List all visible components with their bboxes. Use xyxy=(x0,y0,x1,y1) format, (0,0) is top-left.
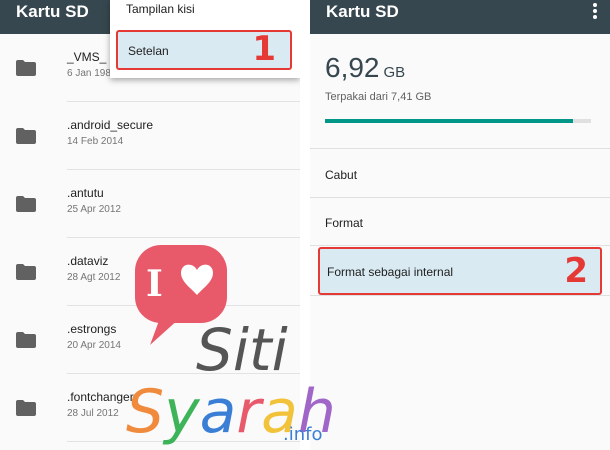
right-screen: Kartu SD 6,92 GB Terpakai dari 7,41 GB Ca… xyxy=(310,0,610,450)
step-callout-2: 2 xyxy=(564,251,588,291)
storage-progress-fill xyxy=(325,119,574,123)
divider xyxy=(310,245,610,246)
menu-item-grid-view[interactable]: Tampilan kisi xyxy=(126,2,195,16)
folder-icon xyxy=(16,128,36,144)
left-screen: Kartu SD _VMS_ 6 Jan 1980 .android_secur… xyxy=(0,0,300,450)
divider xyxy=(310,148,610,149)
file-item[interactable]: .android_secure 14 Feb 2014 xyxy=(0,102,300,170)
folder-icon xyxy=(16,400,36,416)
file-name: .android_secure xyxy=(67,118,154,132)
file-name: .dataviz xyxy=(67,254,109,268)
step-callout-1: 1 xyxy=(252,29,276,69)
storage-subtitle: Terpakai dari 7,41 GB xyxy=(325,91,432,103)
file-item[interactable]: .dataviz 28 Agt 2012 xyxy=(0,238,300,306)
file-item[interactable]: .estrongs 20 Apr 2014 xyxy=(0,306,300,374)
file-name: .fontchanger xyxy=(67,390,134,404)
folder-icon xyxy=(16,196,36,212)
storage-used: 6,92 GB xyxy=(325,52,405,84)
right-toolbar-title: Kartu SD xyxy=(326,2,399,21)
left-toolbar-title: Kartu SD xyxy=(16,2,89,21)
storage-progress-bar xyxy=(325,119,591,123)
option-format-label: Format xyxy=(325,216,364,230)
right-toolbar: Kartu SD xyxy=(310,0,610,34)
file-date: 28 Jul 2012 xyxy=(67,408,119,419)
menu-item-settings[interactable]: Setelan 1 xyxy=(116,29,292,70)
file-date: 14 Feb 2014 xyxy=(67,136,124,147)
option-format-internal-label: Format sebagai internal xyxy=(327,265,454,279)
folder-icon xyxy=(16,60,36,76)
storage-used-unit: GB xyxy=(383,64,406,81)
folder-icon xyxy=(16,332,36,348)
overflow-menu: Tampilan kisi Setelan 1 xyxy=(110,0,300,78)
file-name: _VMS_ xyxy=(67,50,107,64)
menu-item-settings-label: Setelan xyxy=(128,44,169,58)
divider xyxy=(67,441,300,442)
file-item[interactable]: .fontchanger 28 Jul 2012 xyxy=(0,374,300,442)
file-date: 25 Apr 2012 xyxy=(67,204,121,215)
option-format[interactable]: Format xyxy=(310,198,610,246)
option-unmount-label: Cabut xyxy=(325,168,358,182)
file-date: 28 Agt 2012 xyxy=(67,272,121,283)
divider xyxy=(310,295,610,296)
option-format-internal[interactable]: Format sebagai internal 2 xyxy=(318,247,602,295)
storage-used-value: 6,92 xyxy=(325,52,380,83)
file-item[interactable]: .antutu 25 Apr 2012 xyxy=(0,170,300,238)
file-name: .estrongs xyxy=(67,322,117,336)
divider xyxy=(310,295,610,296)
folder-icon xyxy=(16,264,36,280)
more-vert-icon[interactable] xyxy=(592,2,598,22)
file-name: .antutu xyxy=(67,186,104,200)
option-unmount[interactable]: Cabut xyxy=(310,150,610,198)
file-date: 20 Apr 2014 xyxy=(67,340,121,351)
